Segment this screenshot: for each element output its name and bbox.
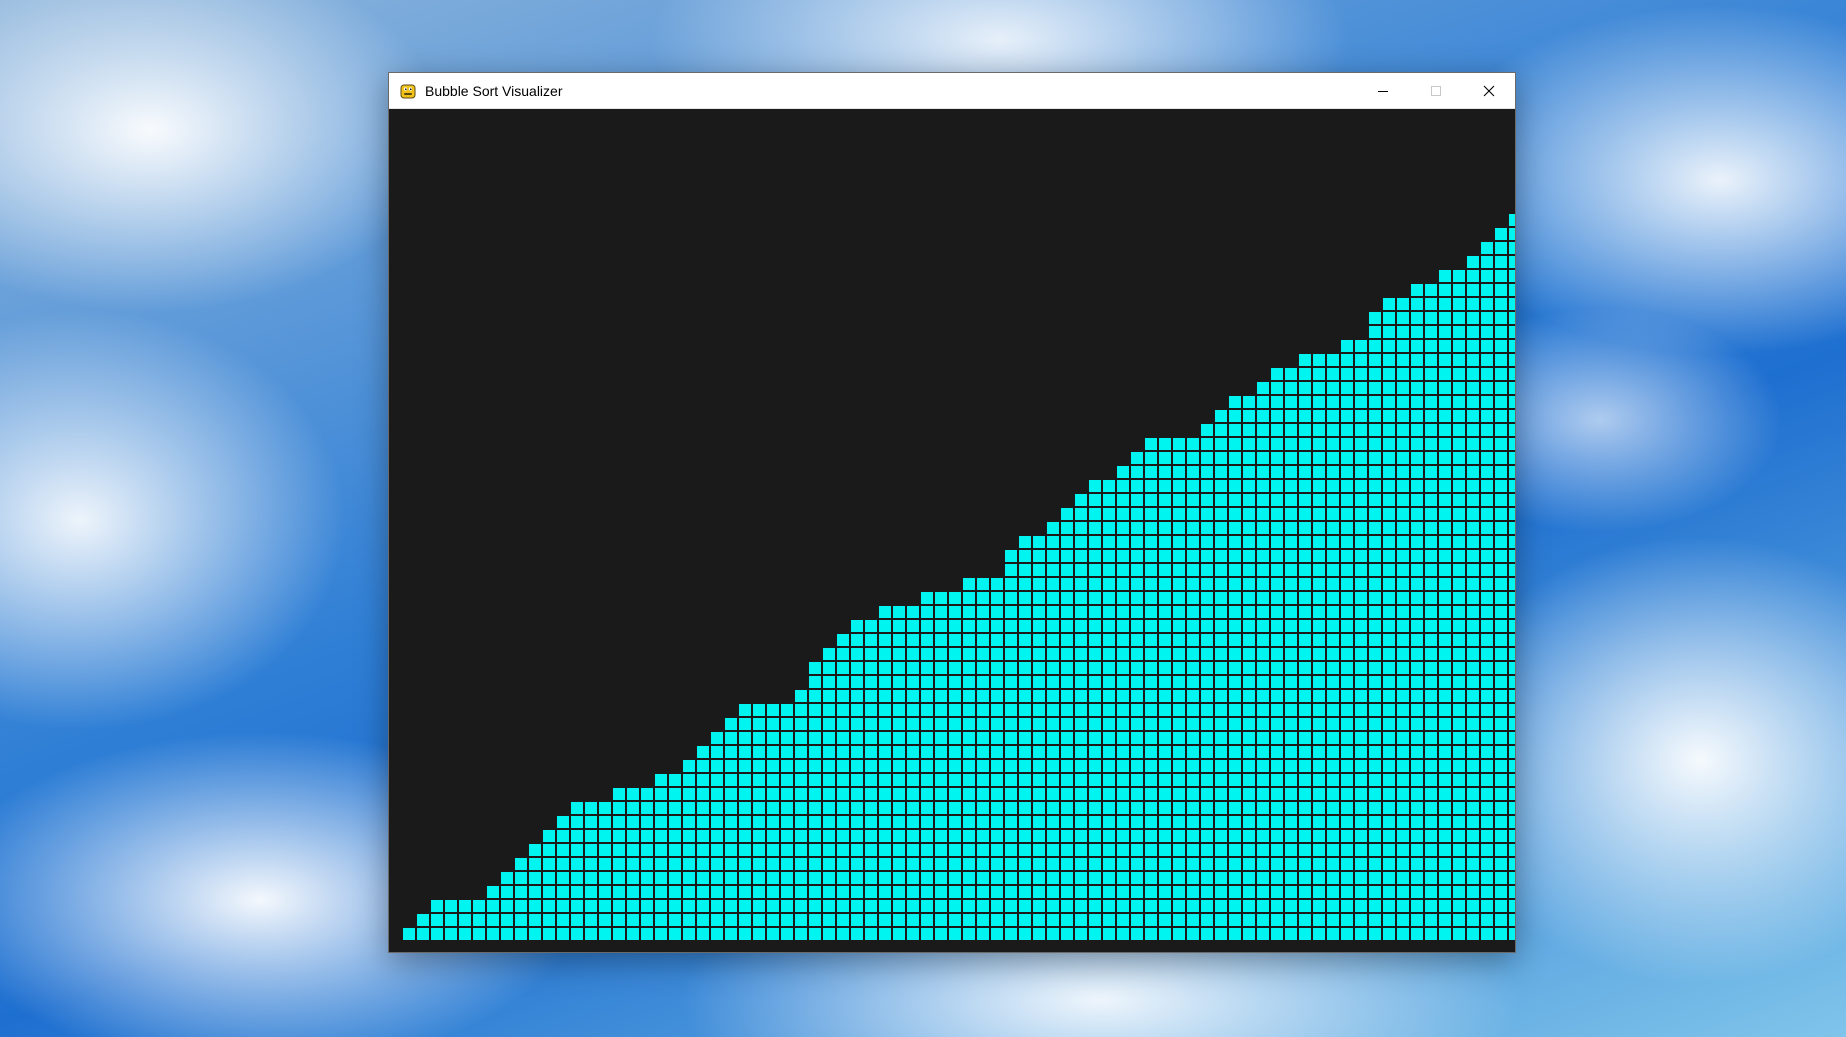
sort-bar — [1215, 410, 1227, 940]
sort-bar — [515, 858, 527, 940]
sort-bar — [557, 816, 569, 940]
sort-bar — [879, 606, 891, 940]
sort-bar — [459, 900, 471, 940]
sort-bar — [1033, 536, 1045, 940]
sort-bar — [767, 704, 779, 940]
sort-bar — [1313, 354, 1325, 940]
sort-bar — [977, 578, 989, 940]
sort-bar — [697, 746, 709, 940]
sort-bar — [753, 704, 765, 940]
sort-bar — [865, 620, 877, 940]
sort-bar — [669, 774, 681, 940]
sort-bar — [1159, 438, 1171, 940]
sort-bar — [893, 606, 905, 940]
sort-bar — [963, 578, 975, 940]
sort-bar — [543, 830, 555, 940]
window-controls — [1356, 73, 1515, 108]
sort-bar — [1187, 438, 1199, 940]
sort-bar — [823, 648, 835, 940]
bubble-sort-bars — [403, 214, 1515, 940]
sort-bar — [1467, 256, 1479, 940]
sort-bar — [1271, 368, 1283, 940]
sort-bar — [1173, 438, 1185, 940]
sort-bar — [1047, 522, 1059, 940]
sort-bar — [1131, 452, 1143, 940]
sort-bar — [1145, 438, 1157, 940]
sort-bar — [1075, 494, 1087, 940]
close-icon — [1483, 85, 1495, 97]
sort-bar — [1229, 396, 1241, 940]
sort-bar — [851, 620, 863, 940]
sort-bar — [1453, 270, 1465, 940]
sort-bar — [403, 928, 415, 940]
sort-bar — [725, 718, 737, 940]
sort-bar — [599, 802, 611, 940]
sort-bar — [571, 802, 583, 940]
maximize-button[interactable] — [1409, 73, 1462, 108]
sort-bar — [1019, 536, 1031, 940]
sort-bar — [949, 592, 961, 940]
close-button[interactable] — [1462, 73, 1515, 108]
sort-bar — [1355, 340, 1367, 940]
sort-bar — [991, 578, 1003, 940]
sort-bar — [641, 788, 653, 940]
sort-bar — [711, 732, 723, 940]
sort-bar — [1117, 466, 1129, 940]
sort-bar — [445, 900, 457, 940]
sort-bar — [1285, 368, 1297, 940]
sort-bar — [655, 774, 667, 940]
sort-bar — [1327, 354, 1339, 940]
sort-bar — [1257, 382, 1269, 940]
title-bar[interactable]: Bubble Sort Visualizer — [389, 73, 1515, 109]
minimize-icon — [1377, 85, 1389, 97]
sort-bar — [1089, 480, 1101, 940]
sort-bar — [921, 592, 933, 940]
sort-bar — [907, 606, 919, 940]
sort-bar — [1061, 508, 1073, 940]
sort-bar — [1201, 424, 1213, 940]
sort-bar — [1243, 396, 1255, 940]
sort-bar — [1397, 298, 1409, 940]
window-title: Bubble Sort Visualizer — [425, 82, 563, 99]
sort-bar — [1411, 284, 1423, 940]
sort-bar — [431, 900, 443, 940]
sort-bar — [529, 844, 541, 940]
sort-bar — [1509, 214, 1515, 940]
pygame-snake-icon — [399, 82, 417, 100]
sort-bar — [1481, 242, 1493, 940]
sort-bar — [627, 788, 639, 940]
maximize-icon — [1430, 85, 1442, 97]
visualizer-canvas — [389, 109, 1515, 952]
sort-bar — [473, 900, 485, 940]
sort-bar — [1341, 340, 1353, 940]
sort-bar — [739, 704, 751, 940]
sort-bar — [1425, 284, 1437, 940]
sort-bar — [501, 872, 513, 940]
sort-bar — [1103, 480, 1115, 940]
sort-bar — [1495, 228, 1507, 940]
sort-bar — [795, 690, 807, 940]
sort-bar — [935, 592, 947, 940]
sort-bar — [417, 914, 429, 940]
sort-bar — [781, 704, 793, 940]
minimize-button[interactable] — [1356, 73, 1409, 108]
sort-bar — [683, 760, 695, 940]
sort-bar — [1369, 312, 1381, 940]
sort-bar — [1005, 550, 1017, 940]
sort-bar — [487, 886, 499, 940]
app-window: Bubble Sort Visualizer — [388, 72, 1516, 953]
sort-bar — [613, 788, 625, 940]
sort-bar — [837, 634, 849, 940]
sort-bar — [809, 662, 821, 940]
desktop: { "window": { "title": "Bubble Sort Visu… — [0, 0, 1846, 1037]
sort-bar — [585, 802, 597, 940]
sort-bar — [1383, 298, 1395, 940]
sort-bar — [1299, 354, 1311, 940]
sort-bar — [1439, 270, 1451, 940]
